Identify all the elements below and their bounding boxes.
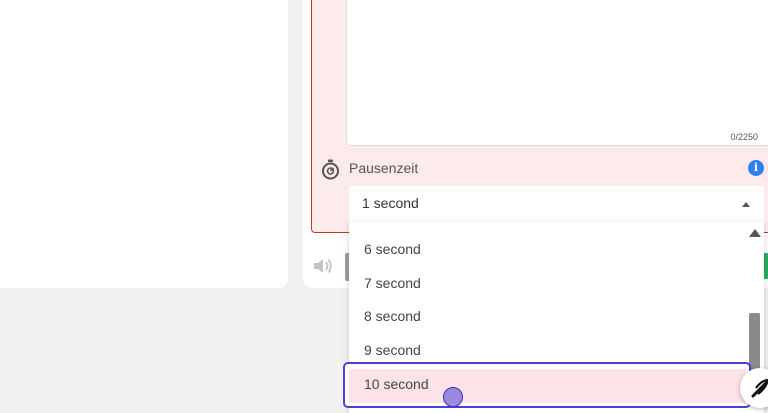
- left-panel: [0, 0, 288, 288]
- scrollbar-thumb[interactable]: [749, 313, 760, 373]
- dropdown-option[interactable]: 8 second: [364, 308, 421, 324]
- scroll-up-arrow-icon[interactable]: [749, 229, 761, 237]
- info-icon[interactable]: i: [748, 160, 764, 176]
- pause-time-selected-value: 1 second: [362, 195, 419, 211]
- text-input-area[interactable]: [346, 0, 768, 146]
- speaker-icon[interactable]: [313, 257, 333, 275]
- dropdown-option[interactable]: 7 second: [364, 275, 421, 291]
- dropdown-option[interactable]: 9 second: [364, 342, 421, 358]
- mouse-cursor: [443, 387, 463, 407]
- character-counter: 0/2250: [730, 132, 758, 142]
- dropdown-option-selected[interactable]: 10 second: [364, 376, 429, 392]
- pause-time-label: Pausenzeit: [349, 160, 419, 176]
- quill-icon: [751, 378, 768, 398]
- dropdown-option[interactable]: 6 second: [364, 241, 421, 257]
- stopwatch-icon: [322, 159, 339, 180]
- pause-time-select[interactable]: 1 second: [349, 186, 764, 222]
- floating-action-button[interactable]: [740, 368, 768, 408]
- chevron-up-icon: [742, 202, 750, 207]
